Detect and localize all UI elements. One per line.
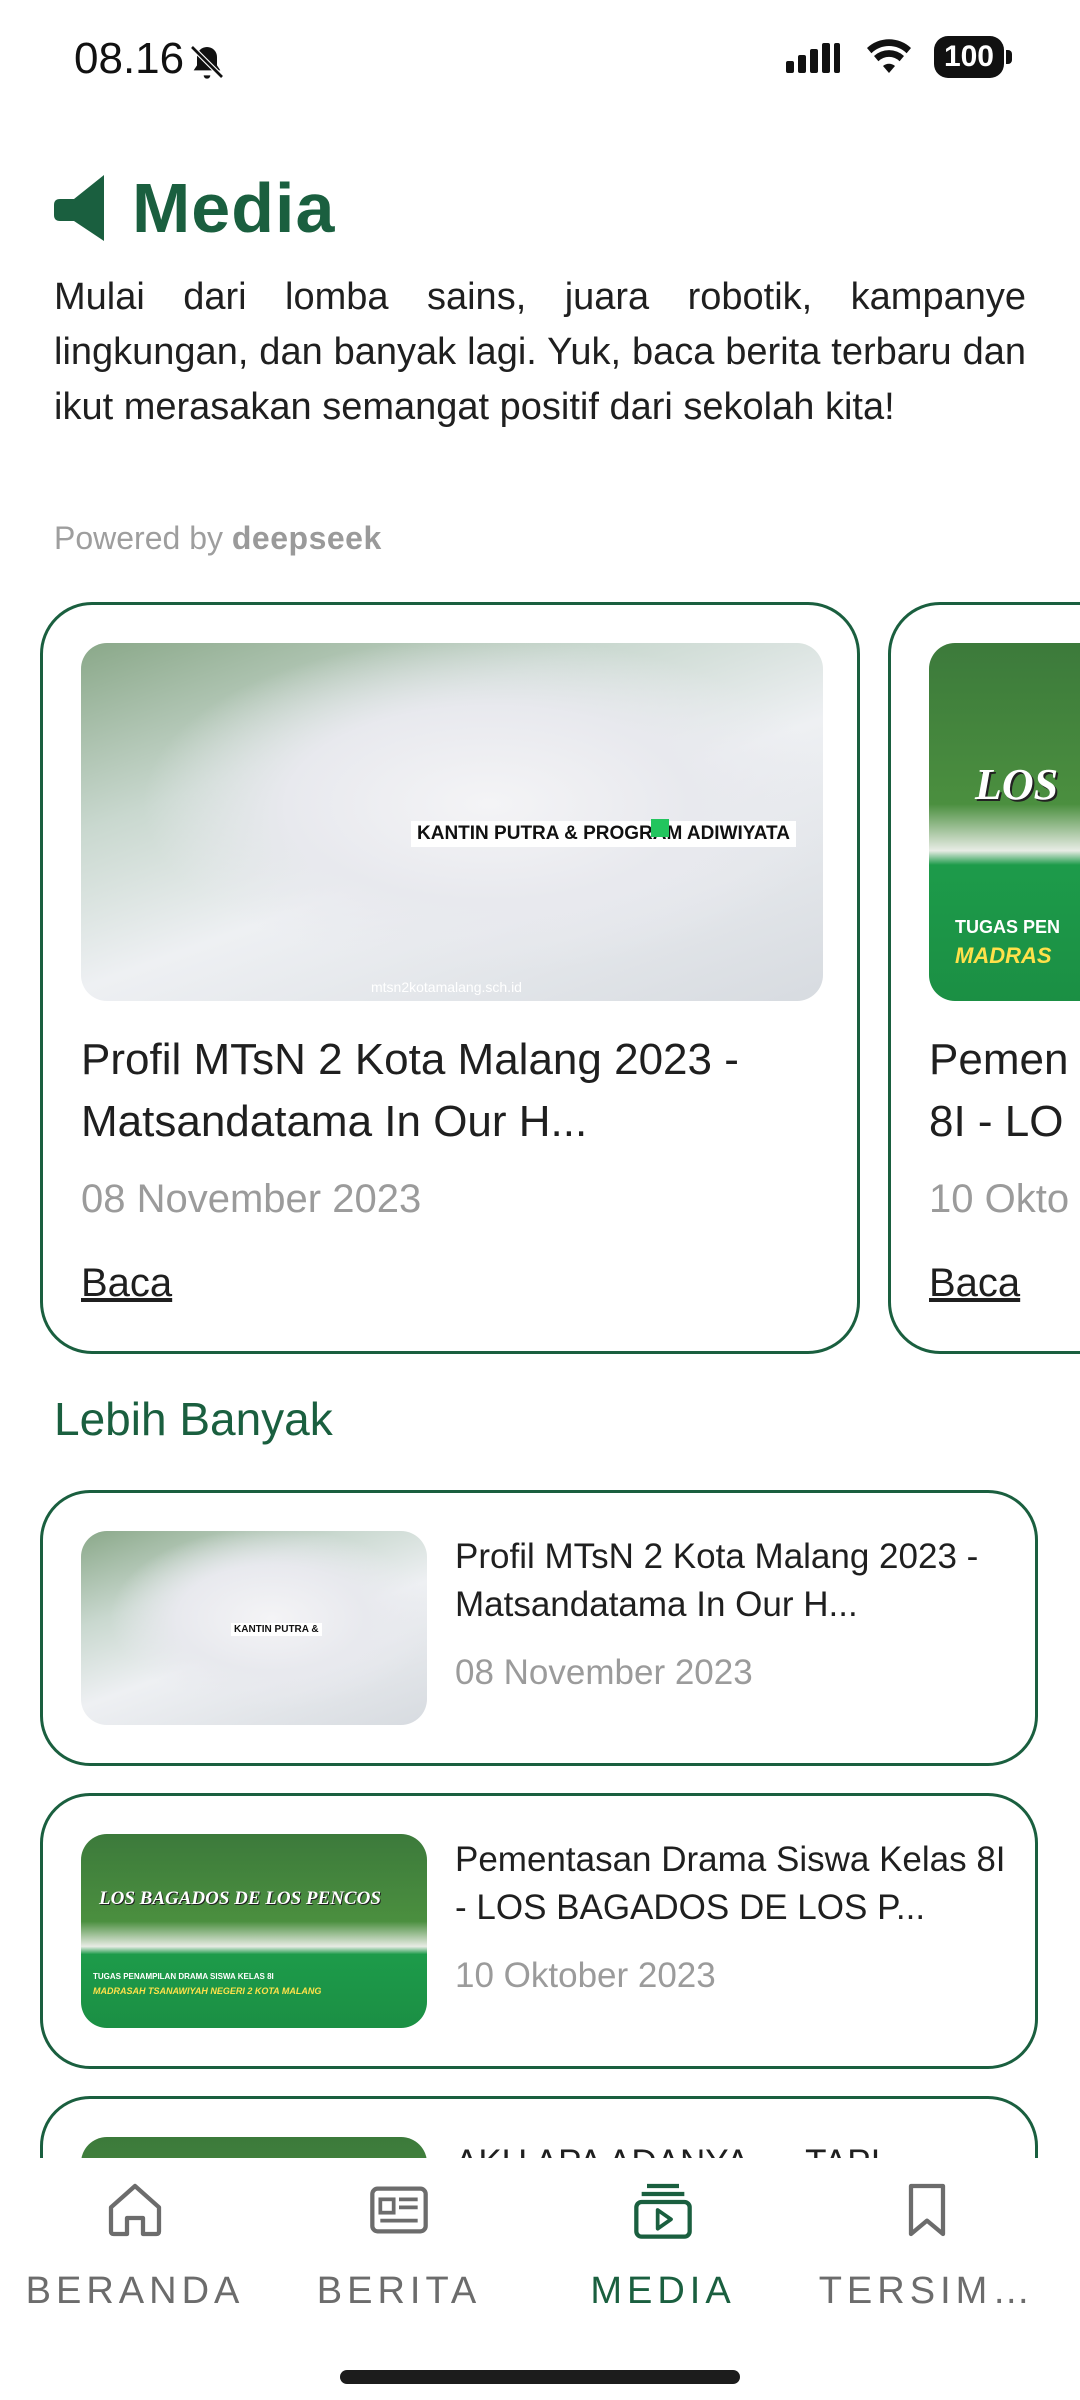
brand-logo: deepseek	[231, 520, 382, 556]
signal-icon	[785, 43, 840, 73]
nav-item-berita[interactable]: BERITA	[264, 2178, 534, 2313]
nav-label: BERANDA	[25, 2270, 245, 2312]
read-link[interactable]: Baca	[929, 1261, 1020, 1306]
featured-date: 08 November 2023	[81, 1177, 422, 1221]
image-overlay-text: KANTIN PUTRA &	[231, 1623, 322, 1636]
featured-carousel[interactable]: KANTIN PUTRA & PROGRAM ADIWIYATA mtsn2ko…	[0, 602, 1080, 1362]
image-overlay-text: LOS BAGADOS DE LOS PENCOS	[99, 1888, 381, 1909]
nav-label: TERSIM…	[818, 2270, 1036, 2312]
media-play-icon	[634, 2183, 692, 2239]
powered-by: Powered by deepseek	[54, 520, 382, 557]
list-item-title: Pementasan Drama Siswa Kelas 8I - LOS BA…	[455, 1840, 1006, 1927]
section-title: Lebih Banyak	[54, 1393, 333, 1445]
nav-label: BERITA	[316, 2270, 482, 2312]
image-watermark: mtsn2kotamalang.sch.id	[371, 979, 522, 995]
list-item[interactable]: LOS BAGADOS DE LOS PENCOS TUGAS PENAMPIL…	[40, 1793, 1038, 2069]
nav-item-media[interactable]: MEDIA	[528, 2178, 798, 2313]
bottom-navigation: BERANDA BERITA MEDIA TERSIM…	[0, 2158, 1080, 2400]
list-item-title: Profil MTsN 2 Kota Malang 2023 - Matsand…	[455, 1537, 979, 1624]
featured-image: LOS TUGAS PEN MADRAS	[929, 643, 1080, 1001]
intro-text: Mulai dari lomba sains, juara robotik, k…	[54, 276, 1026, 428]
list-item[interactable]: KANTIN PUTRA & Profil MTsN 2 Kota Malang…	[40, 1490, 1038, 1766]
list-thumbnail: KANTIN PUTRA &	[81, 1531, 427, 1725]
image-overlay-text: KANTIN PUTRA & PROGRAM ADIWIYATA	[411, 821, 796, 847]
featured-card[interactable]: KANTIN PUTRA & PROGRAM ADIWIYATA mtsn2ko…	[40, 602, 860, 1354]
nav-item-tersimpan[interactable]: TERSIM…	[792, 2178, 1062, 2313]
nav-item-beranda[interactable]: BERANDA	[0, 2178, 270, 2313]
image-banner-text-2: MADRAS	[955, 943, 1052, 968]
read-link[interactable]: Baca	[81, 1261, 172, 1306]
image-banner-text: TUGAS PEN	[955, 917, 1061, 937]
home-indicator[interactable]	[340, 2370, 740, 2384]
megaphone-icon	[54, 175, 104, 241]
status-bar: 08.16 100	[0, 0, 1080, 120]
list-item-date: 08 November 2023	[455, 1653, 753, 1692]
nav-label: MEDIA	[590, 2270, 736, 2312]
featured-date: 10 Okto	[929, 1177, 1070, 1221]
list-thumbnail: LOS BAGADOS DE LOS PENCOS TUGAS PENAMPIL…	[81, 1834, 427, 2028]
bookmark-icon	[908, 2183, 946, 2237]
page-header: Media	[54, 168, 335, 248]
status-time: 08.16	[74, 34, 185, 83]
page-title: Media	[132, 169, 336, 247]
bell-off-icon	[190, 45, 224, 79]
featured-image: KANTIN PUTRA & PROGRAM ADIWIYATA mtsn2ko…	[81, 643, 823, 1001]
battery-indicator: 100	[933, 36, 1013, 78]
powered-prefix: Powered by	[54, 520, 223, 556]
wifi-icon	[866, 39, 911, 73]
featured-title: Profil MTsN 2 Kota Malang 2023 - Matsand…	[81, 1035, 739, 1146]
list-item-date: 10 Oktober 2023	[455, 1956, 716, 1995]
image-banner-text-2: MADRASAH TSANAWIYAH NEGERI 2 KOTA MALANG	[93, 1986, 322, 1996]
home-icon	[108, 2183, 162, 2237]
green-square	[651, 819, 669, 837]
featured-card[interactable]: LOS TUGAS PEN MADRAS Pemen 8I - LO 10 Ok…	[888, 602, 1080, 1354]
image-overlay-text: LOS	[975, 760, 1059, 809]
featured-title: Pemen 8I - LO	[929, 1035, 1069, 1146]
image-banner-text: TUGAS PENAMPILAN DRAMA SISWA KELAS 8I	[93, 1972, 274, 1981]
newspaper-icon	[370, 2186, 428, 2234]
